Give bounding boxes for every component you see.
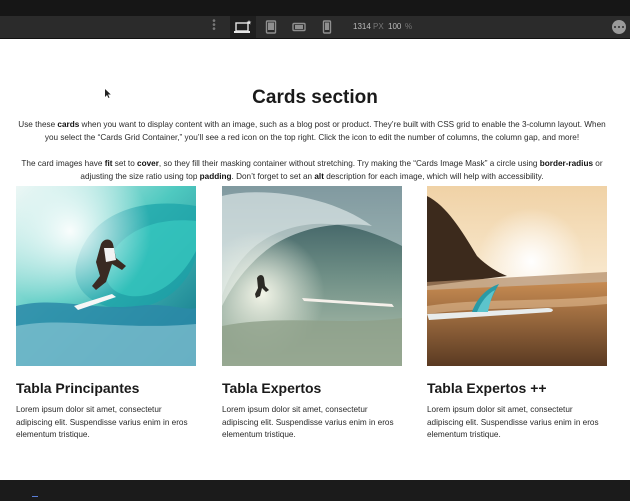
card-title: Tabla Principantes	[16, 380, 140, 396]
card-description: Lorem ipsum dolor sit amet, consectetur …	[222, 405, 394, 439]
intro-paragraph-2: The card images have fit set to cover, s…	[21, 159, 603, 181]
bottom-marker	[32, 496, 38, 501]
card-description: Lorem ipsum dolor sit amet, consectetur …	[16, 405, 188, 439]
canvas-zoom-unit: %	[405, 22, 413, 31]
card-title: Tabla Expertos ++	[427, 380, 547, 396]
card-1[interactable]: Tabla Principantes Lorem ipsum dolor sit…	[16, 186, 196, 442]
designer-toolbar: • • • 1314 PX 100 %	[0, 16, 630, 39]
card-3[interactable]: Tabla Expertos ++ Lorem ipsum dolor sit …	[427, 186, 607, 442]
card-description: Lorem ipsum dolor sit amet, consectetur …	[427, 405, 599, 439]
tablet-icon	[265, 20, 277, 34]
breakpoint-mobile-landscape-button[interactable]	[286, 16, 312, 38]
breakpoint-desktop-button[interactable]	[230, 16, 256, 38]
card-title: Tabla Expertos	[222, 380, 322, 396]
card-image-beach-sunset	[427, 186, 607, 366]
ellipsis-icon[interactable]	[612, 20, 626, 34]
canvas-width-value[interactable]: 1314	[353, 16, 371, 38]
mobile-landscape-icon	[292, 22, 306, 32]
card-image-barrel-wave	[222, 186, 402, 366]
preview-canvas: Cards section Use these cards when you w…	[0, 39, 630, 480]
breakpoint-mobile-portrait-button[interactable]	[314, 16, 340, 38]
card-2[interactable]: Tabla Expertos Lorem ipsum dolor sit ame…	[222, 186, 402, 442]
breakpoint-tablet-button[interactable]	[258, 16, 284, 38]
canvas-zoom-value[interactable]: 100	[388, 16, 401, 38]
card-image-surfer-wave	[16, 186, 196, 366]
canvas-width-unit: PX	[373, 22, 384, 31]
section-title: Cards section	[252, 87, 378, 108]
bottom-status-bar	[0, 480, 630, 500]
top-window-bar	[0, 0, 630, 16]
vertical-dots-icon[interactable]: • • •	[212, 17, 216, 35]
mobile-portrait-icon	[322, 20, 332, 34]
desktop-star-icon	[234, 20, 252, 33]
intro-paragraph-1: Use these cards when you want to display…	[18, 120, 606, 142]
